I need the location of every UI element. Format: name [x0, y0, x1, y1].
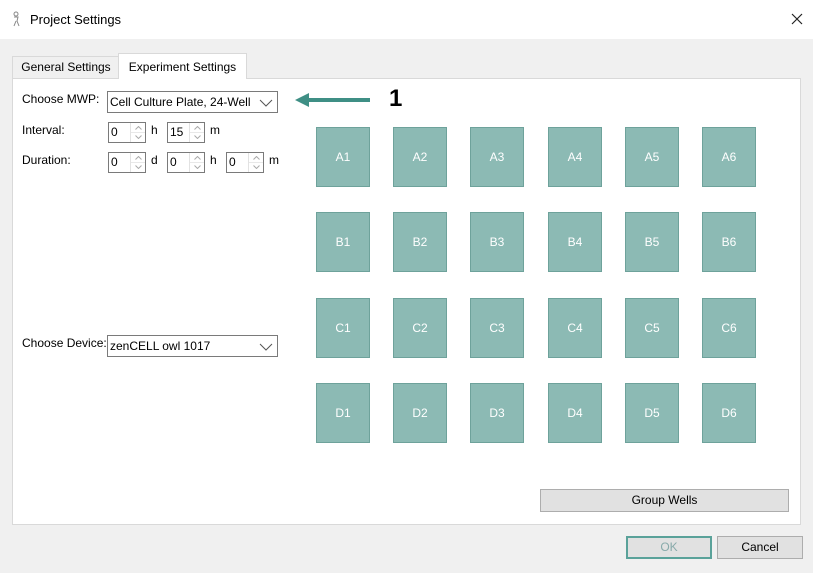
well-label: D3: [489, 406, 505, 420]
duration-label: Duration:: [22, 153, 71, 167]
well-label: D2: [412, 406, 428, 420]
unit-label: h: [210, 153, 217, 167]
title-bar: [0, 0, 813, 39]
well-label: A3: [489, 150, 505, 164]
well-label: C5: [644, 321, 660, 335]
unit-label: m: [269, 153, 279, 167]
interval-label: Interval:: [22, 123, 65, 137]
group-wells-button[interactable]: Group Wells: [540, 489, 789, 512]
well-c6[interactable]: C6: [702, 298, 756, 358]
well-label: A5: [644, 150, 660, 164]
well-label: A1: [335, 150, 351, 164]
well-label: B4: [567, 235, 583, 249]
tab-label: General Settings: [21, 60, 111, 74]
tab-general-settings[interactable]: General Settings: [12, 56, 120, 79]
duration-days-stepper[interactable]: 0: [108, 152, 146, 173]
well-d4[interactable]: D4: [548, 383, 602, 443]
well-label: C3: [489, 321, 505, 335]
well-a6[interactable]: A6: [702, 127, 756, 187]
well-label: B6: [721, 235, 737, 249]
well-b6[interactable]: B6: [702, 212, 756, 272]
unit-label: m: [210, 123, 220, 137]
duration-hours-stepper[interactable]: 0: [167, 152, 205, 173]
close-button[interactable]: [784, 6, 810, 32]
well-label: B1: [335, 235, 351, 249]
duration-minutes-stepper[interactable]: 0: [226, 152, 264, 173]
well-label: B5: [644, 235, 660, 249]
tab-label: Experiment Settings: [128, 60, 237, 74]
well-a5[interactable]: A5: [625, 127, 679, 187]
mwp-label: Choose MWP:: [22, 92, 100, 106]
well-label: A6: [721, 150, 737, 164]
duration-hours-value: 0: [170, 155, 177, 169]
well-c3[interactable]: C3: [470, 298, 524, 358]
mwp-select-value: Cell Culture Plate, 24-Well: [110, 95, 251, 109]
well-label: C1: [335, 321, 351, 335]
well-c4[interactable]: C4: [548, 298, 602, 358]
chevron-down-icon[interactable]: [131, 162, 145, 171]
ok-label: OK: [660, 540, 678, 554]
well-b3[interactable]: B3: [470, 212, 524, 272]
well-b1[interactable]: B1: [316, 212, 370, 272]
well-a1[interactable]: A1: [316, 127, 370, 187]
interval-minutes-value: 15: [170, 125, 184, 139]
tab-experiment-settings[interactable]: Experiment Settings: [118, 53, 247, 79]
chevron-down-icon[interactable]: [190, 162, 204, 171]
well-label: C4: [567, 321, 583, 335]
chevron-down-icon[interactable]: [249, 162, 263, 171]
interval-minutes-stepper[interactable]: 15: [167, 122, 205, 143]
annotation-number: 1: [389, 85, 403, 112]
cancel-button[interactable]: Cancel: [717, 536, 803, 559]
well-label: C6: [721, 321, 737, 335]
annotation-arrow-icon: [295, 93, 370, 107]
well-d2[interactable]: D2: [393, 383, 447, 443]
chevron-down-icon: [259, 95, 273, 115]
duration-minutes-value: 0: [229, 155, 236, 169]
well-d5[interactable]: D5: [625, 383, 679, 443]
well-label: B2: [412, 235, 428, 249]
device-select-value: zenCELL owl 1017: [110, 339, 211, 353]
close-icon: [791, 13, 803, 25]
mwp-select[interactable]: Cell Culture Plate, 24-Well: [107, 91, 278, 113]
well-label: A2: [412, 150, 428, 164]
well-a4[interactable]: A4: [548, 127, 602, 187]
well-a3[interactable]: A3: [470, 127, 524, 187]
well-b4[interactable]: B4: [548, 212, 602, 272]
device-select[interactable]: zenCELL owl 1017: [107, 335, 278, 357]
well-label: D5: [644, 406, 660, 420]
unit-label: h: [151, 123, 158, 137]
well-c5[interactable]: C5: [625, 298, 679, 358]
well-label: C2: [412, 321, 428, 335]
ok-button[interactable]: OK: [626, 536, 712, 559]
well-d3[interactable]: D3: [470, 383, 524, 443]
well-label: D4: [567, 406, 583, 420]
well-c1[interactable]: C1: [316, 298, 370, 358]
interval-hours-value: 0: [111, 125, 118, 139]
well-label: D1: [335, 406, 351, 420]
cancel-label: Cancel: [741, 540, 779, 554]
well-c2[interactable]: C2: [393, 298, 447, 358]
well-a2[interactable]: A2: [393, 127, 447, 187]
chevron-down-icon: [259, 339, 273, 359]
well-label: A4: [567, 150, 583, 164]
interval-hours-stepper[interactable]: 0: [108, 122, 146, 143]
chevron-down-icon[interactable]: [190, 132, 204, 141]
well-label: D6: [721, 406, 737, 420]
well-b2[interactable]: B2: [393, 212, 447, 272]
well-d1[interactable]: D1: [316, 383, 370, 443]
unit-label: d: [151, 153, 158, 167]
well-d6[interactable]: D6: [702, 383, 756, 443]
app-icon: [11, 11, 23, 27]
well-b5[interactable]: B5: [625, 212, 679, 272]
duration-days-value: 0: [111, 155, 118, 169]
window-title: Project Settings: [30, 12, 122, 27]
well-label: B3: [489, 235, 505, 249]
chevron-down-icon[interactable]: [131, 132, 145, 141]
device-label: Choose Device:: [22, 336, 107, 350]
group-wells-label: Group Wells: [631, 493, 698, 507]
